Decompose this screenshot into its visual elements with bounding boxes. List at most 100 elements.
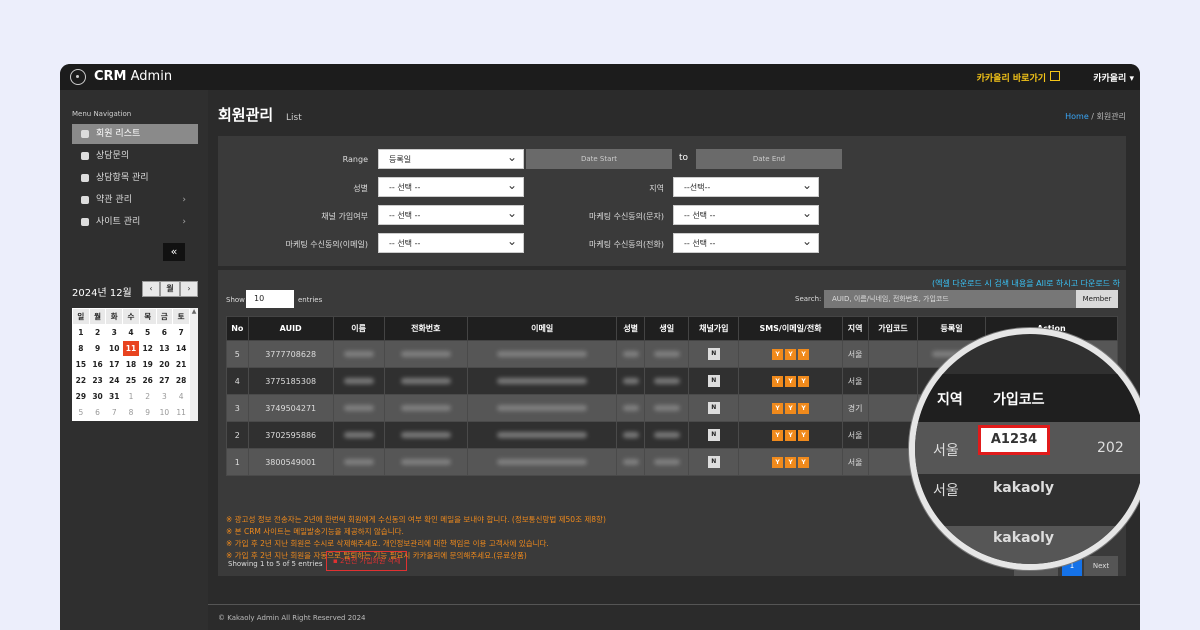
calendar-day[interactable]: 3 [105, 324, 124, 341]
calendar-day[interactable]: 8 [122, 404, 140, 421]
calendar-day[interactable]: 3 [155, 388, 174, 405]
consent-badge: Y [798, 348, 809, 360]
calendar-scrollbar[interactable]: ▲ [190, 308, 198, 421]
cell-signup-code [867, 340, 919, 368]
cell-consent: YYY [738, 421, 843, 449]
sidebar-item-member-list[interactable]: 회원 리스트 [72, 124, 198, 144]
column-header[interactable]: 지역 [841, 316, 869, 341]
member-button[interactable]: Member [1076, 290, 1118, 308]
calendar-day[interactable]: 13 [155, 340, 174, 357]
column-header[interactable]: 이메일 [467, 316, 618, 341]
calendar-day[interactable]: 6 [88, 404, 107, 421]
region-select[interactable]: --선택-- [673, 175, 819, 197]
calendar-day[interactable]: 4 [172, 388, 190, 405]
cell-phone [383, 448, 469, 476]
channel-badge: N [707, 402, 720, 414]
collapse-sidebar-button[interactable]: « [163, 243, 185, 261]
calendar-prev-button[interactable]: ‹ [142, 281, 160, 297]
column-header[interactable]: 성별 [616, 316, 646, 341]
cell-no: 4 [226, 367, 249, 395]
calendar-day[interactable]: 29 [72, 388, 90, 405]
calendar-day[interactable]: 10 [105, 340, 124, 357]
calendar-day[interactable]: 1 [122, 388, 140, 405]
user-icon [81, 130, 89, 138]
cell-region: 서울 [841, 421, 869, 449]
column-header[interactable]: 생일 [644, 316, 690, 341]
date-end-input[interactable]: Date End [696, 149, 842, 169]
calendar-day[interactable]: 14 [172, 340, 190, 357]
calendar-next-button[interactable]: › [180, 281, 198, 297]
calendar-day[interactable]: 2 [88, 324, 107, 341]
calendar-day[interactable]: 4 [122, 324, 140, 341]
sidebar-item-site[interactable]: 사이트 관리 › [72, 212, 198, 232]
cell-channel: N [688, 421, 740, 449]
search-input[interactable]: AUID, 이름/닉네임, 전화번호, 가입코드 [824, 290, 1084, 308]
calendar-day[interactable]: 9 [138, 404, 157, 421]
calendar-day[interactable]: 15 [72, 356, 90, 373]
calendar-day[interactable]: 1 [72, 324, 90, 341]
calendar-day[interactable]: 8 [72, 340, 90, 357]
sidebar-item-terms[interactable]: 약관 관리 › [72, 190, 198, 210]
calendar-day[interactable]: 9 [88, 340, 107, 357]
calendar-day[interactable]: 16 [88, 356, 107, 373]
calendar-grid: 일 월 화 수 목 금 토 1 2 3 4 5 6 7 8 9 10 11 12 13 14 15 16 17 18 19 20 21… [72, 308, 190, 421]
column-header[interactable]: SMS/이메일/전화 [738, 316, 843, 341]
footer-divider [208, 604, 1140, 605]
calendar-day[interactable]: 17 [105, 356, 124, 373]
calendar-day[interactable]: 10 [155, 404, 174, 421]
page-size-select[interactable]: 10 [246, 290, 294, 308]
calendar-day[interactable]: 5 [72, 404, 90, 421]
cell-name [332, 448, 385, 476]
marketing-email-select[interactable]: -- 선택 -- [378, 231, 524, 253]
column-header[interactable]: 채널가입 [688, 316, 740, 341]
calendar-day[interactable]: 26 [138, 372, 157, 389]
user-menu[interactable]: 카카올리 ▾ [1093, 71, 1134, 84]
channel-select[interactable]: -- 선택 -- [378, 203, 524, 225]
cell-consent: YYY [738, 340, 843, 368]
column-header[interactable]: 전화번호 [383, 316, 469, 341]
calendar-day[interactable]: 30 [88, 388, 107, 405]
calendar-day[interactable]: 21 [172, 356, 190, 373]
range-select[interactable]: 등록일 [378, 147, 524, 169]
marketing-sms-select[interactable]: -- 선택 -- [673, 203, 819, 225]
gender-select[interactable]: -- 선택 -- [378, 175, 524, 197]
column-header[interactable]: 가입코드 [867, 316, 919, 341]
sidebar-item-consult-items[interactable]: 상담항목 관리 [72, 168, 198, 188]
calendar-day[interactable]: 11 [172, 404, 190, 421]
calendar-day[interactable]: 24 [105, 372, 124, 389]
calendar-month-button[interactable]: 월 [160, 281, 180, 297]
calendar-day[interactable]: 6 [155, 324, 174, 341]
cell-region: 서울 [841, 367, 869, 395]
calendar-day[interactable]: 18 [122, 356, 140, 373]
calendar-day[interactable]: 7 [172, 324, 190, 341]
calendar-day[interactable]: 20 [155, 356, 174, 373]
calendar-day[interactable]: 22 [72, 372, 90, 389]
external-link-icon[interactable] [1050, 71, 1060, 81]
calendar-day[interactable]: 25 [122, 372, 140, 389]
app-title[interactable]: CRM Admin [94, 69, 172, 84]
calendar-day[interactable]: 31 [105, 388, 124, 405]
kakao-link[interactable]: 카카올리 바로가기 [977, 71, 1046, 84]
column-header[interactable]: No [226, 316, 249, 341]
marketing-phone-select[interactable]: -- 선택 -- [673, 231, 819, 253]
calendar-day[interactable]: 27 [155, 372, 174, 389]
breadcrumb-home[interactable]: Home [1065, 112, 1089, 121]
cell-birthday [644, 340, 690, 368]
calendar-day[interactable]: 2 [138, 388, 157, 405]
date-start-input[interactable]: Date Start [526, 149, 672, 169]
sidebar-item-consult[interactable]: 상담문의 [72, 146, 198, 166]
calendar-day[interactable]: 19 [138, 356, 157, 373]
calendar-day[interactable]: 23 [88, 372, 107, 389]
calendar-day[interactable]: 7 [105, 404, 124, 421]
calendar-day[interactable]: 5 [138, 324, 157, 341]
redacted-value [343, 377, 374, 384]
redacted-value [400, 404, 451, 411]
calendar-day[interactable]: 11 [122, 340, 140, 357]
column-header[interactable]: 등록일 [917, 316, 986, 341]
calendar-day[interactable]: 28 [172, 372, 190, 389]
calendar-weekday: 목 [138, 308, 157, 325]
column-header[interactable]: 이름 [332, 316, 385, 341]
gender-label: 성별 [353, 184, 368, 193]
column-header[interactable]: AUID [247, 316, 334, 341]
calendar-day[interactable]: 12 [138, 340, 157, 357]
